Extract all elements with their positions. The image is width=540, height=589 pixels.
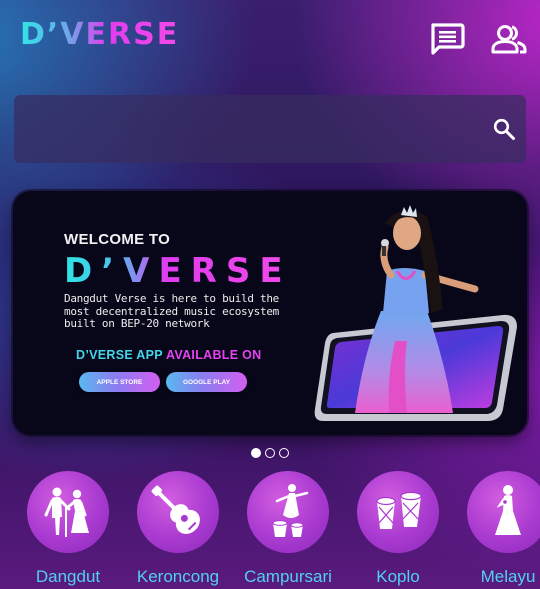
dancer-with-drums-icon [272,484,309,537]
banner-welcome-text: WELCOME TO [64,231,171,248]
availability-app-text: D’VERSE APP [76,348,163,362]
availability-on-text: AVAILABLE ON [165,348,262,362]
category-label: Dangdut [35,567,101,586]
search-bar [14,95,526,163]
category-koplo-circle [357,471,439,553]
carousel-indicator [251,448,291,458]
google-play-button[interactable]: GOOGLE PLAY [166,372,247,392]
app-logo: D’VERSE [20,17,180,52]
category-keroncong[interactable]: Keroncong [123,471,233,589]
category-label: Campursari [244,567,332,586]
category-koplo[interactable]: Koplo [343,471,453,589]
banner-brand-title: D’VERSE [64,251,292,291]
carousel-dot-2[interactable] [265,448,275,458]
category-melayu[interactable]: Melayu [453,471,540,589]
dancing-couple-icon [44,487,89,537]
banner-description: Dangdut Verse is here to build the most … [64,292,279,330]
users-icon [491,25,527,54]
messages-button[interactable] [429,22,465,56]
category-dangdut-circle [27,471,109,553]
carousel-dot-1[interactable] [251,448,261,458]
carousel-dot-3[interactable] [279,448,289,458]
category-dangdut[interactable]: Dangdut [13,471,123,589]
category-melayu-circle [467,471,540,553]
apple-store-button[interactable]: APPLE STORE [79,372,160,392]
category-campursari[interactable]: Campursari [233,471,343,589]
search-input[interactable] [14,95,474,163]
category-label: Keroncong [136,567,220,586]
category-keroncong-circle [137,471,219,553]
category-label: Melayu [480,567,536,586]
search-icon[interactable] [492,117,516,141]
singer-phone-illustration [314,205,517,421]
chat-message-icon [431,23,465,55]
drums-icon [376,491,422,529]
category-label: Koplo [376,567,420,586]
ukulele-icon [151,485,200,534]
account-button[interactable] [490,22,528,56]
singer-woman-icon [495,485,521,535]
category-campursari-circle [247,471,329,553]
banner-availability: D’VERSE APP AVAILABLE ON [76,348,261,362]
promo-banner[interactable]: WELCOME TO D’VERSE Dangdut Verse is here… [13,191,527,435]
